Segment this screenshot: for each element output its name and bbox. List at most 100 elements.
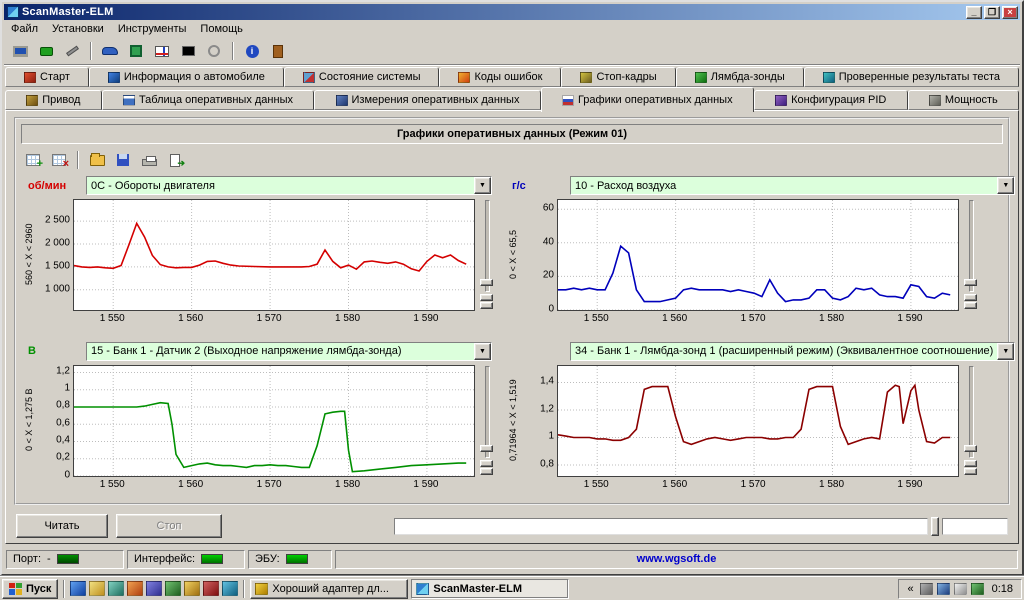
x-tick-label: 1 570 [741, 479, 766, 490]
plot-area[interactable] [74, 366, 474, 476]
close-button[interactable]: × [1002, 6, 1018, 19]
info-icon[interactable]: i [240, 40, 264, 62]
tab-error-codes[interactable]: Коды ошибок [439, 67, 561, 87]
chevron-down-icon[interactable]: ▼ [997, 177, 1014, 194]
y-scale-slider[interactable] [479, 199, 494, 309]
menu-settings[interactable]: Установки [45, 21, 111, 37]
x-tick-label: 1 590 [413, 313, 438, 324]
y-range-label: 560 < X < 2960 [22, 199, 36, 309]
slider-button-up[interactable] [480, 460, 493, 467]
tab-live-data-table[interactable]: Таблица оперативных данных [102, 90, 315, 110]
slider-button-up[interactable] [964, 294, 977, 301]
slider-button-down[interactable] [480, 468, 493, 475]
slider-button-down[interactable] [480, 302, 493, 309]
quicklaunch-ie-icon[interactable] [70, 581, 86, 596]
title-bar[interactable]: ScanMaster-ELM _ ❐ × [4, 4, 1020, 20]
export-icon[interactable] [163, 149, 187, 171]
pid-select-rpm[interactable]: 0C - Обороты двигателя ▼ [86, 176, 492, 195]
read-button[interactable]: Читать [16, 514, 108, 538]
quicklaunch-excel-icon[interactable] [165, 581, 181, 596]
quicklaunch-media-player-icon[interactable] [127, 581, 143, 596]
tab-label: Старт [40, 71, 70, 83]
progress-bar [394, 518, 928, 535]
plot-area[interactable] [74, 200, 474, 310]
task-title: ScanMaster-ELM [433, 583, 522, 595]
print-icon[interactable] [137, 149, 161, 171]
port-label: Порт: [13, 553, 41, 565]
pid-select-o2[interactable]: 15 - Банк 1 - Датчик 2 (Выходное напряже… [86, 342, 492, 361]
y-scale-slider[interactable] [963, 199, 978, 309]
slider-button-up[interactable] [480, 294, 493, 301]
slider-thumb[interactable] [480, 279, 493, 286]
add-graph-icon[interactable]: + [21, 149, 45, 171]
connect-plug-icon[interactable] [34, 40, 58, 62]
chevron-down-icon[interactable]: ▼ [474, 177, 491, 194]
tab-freeze-frames[interactable]: Стоп-кадры [561, 67, 675, 87]
menu-help[interactable]: Помощь [193, 21, 250, 37]
website-link[interactable]: www.wgsoft.de [637, 553, 717, 565]
quicklaunch-msn-icon[interactable] [222, 581, 238, 596]
slider-thumb[interactable] [964, 445, 977, 452]
trackbar-thumb[interactable] [931, 517, 939, 536]
tab-label: Привод [42, 94, 80, 106]
vehicle-icon[interactable] [98, 40, 122, 62]
display-icon[interactable] [954, 583, 967, 595]
minimize-button[interactable]: _ [966, 6, 982, 19]
slider-thumb[interactable] [964, 279, 977, 286]
tab-live-data-meters[interactable]: Измерения оперативных данных [314, 90, 540, 110]
y-scale-slider[interactable] [963, 365, 978, 475]
tab-test-results[interactable]: Проверенные результаты теста [804, 67, 1019, 87]
collapse-tray-icon[interactable]: « [905, 583, 915, 595]
tab-drive[interactable]: Привод [5, 90, 102, 110]
x-tick-label: 1 560 [178, 479, 203, 490]
tab-pid-config[interactable]: Конфигурация PID [754, 90, 908, 110]
volume-icon[interactable] [920, 583, 933, 595]
quicklaunch-winamp-icon[interactable] [203, 581, 219, 596]
network-icon[interactable] [937, 583, 950, 595]
open-folder-icon[interactable] [85, 149, 109, 171]
chevron-down-icon[interactable]: ▼ [997, 343, 1014, 360]
x-axis: 1 5501 5601 5701 5801 590 [557, 477, 959, 492]
taskbar-task-scanmaster[interactable]: ScanMaster-ELM [411, 579, 569, 599]
y-tick-label: 0 [548, 304, 554, 315]
quicklaunch-explorer-icon[interactable] [184, 581, 200, 596]
connect-monitor-icon[interactable] [8, 40, 32, 62]
quicklaunch-word-icon[interactable] [146, 581, 162, 596]
quicklaunch-mail-icon[interactable] [89, 581, 105, 596]
chart-icon[interactable] [150, 40, 174, 62]
chevron-down-icon[interactable]: ▼ [474, 343, 491, 360]
tab-lambda-sensors[interactable]: Лямбда-зонды [676, 67, 804, 87]
quicklaunch-show-desktop-icon[interactable] [108, 581, 124, 596]
stop-icon[interactable] [202, 40, 226, 62]
plot-area[interactable] [558, 200, 958, 310]
vehicle-info-icon [108, 72, 120, 83]
tab-system-status[interactable]: Состояние системы [284, 67, 440, 87]
taskbar-task-adapter[interactable]: Хороший адаптер дл... [250, 579, 408, 599]
exit-icon[interactable] [266, 40, 290, 62]
x-tick-label: 1 570 [257, 313, 282, 324]
menu-tools[interactable]: Инструменты [111, 21, 194, 37]
y-scale-slider[interactable] [479, 365, 494, 475]
menu-file[interactable]: Файл [4, 21, 45, 37]
tab-live-data-graphs[interactable]: Графики оперативных данных [541, 87, 754, 112]
ecu-chip-icon[interactable] [124, 40, 148, 62]
start-button[interactable]: Пуск [2, 579, 58, 599]
slider-button-up[interactable] [964, 460, 977, 467]
tools-icon[interactable] [60, 40, 84, 62]
app-icon [7, 6, 19, 18]
pid-select-airflow[interactable]: 10 - Расход воздуха ▼ [570, 176, 1015, 195]
plot-area[interactable] [558, 366, 958, 476]
save-icon[interactable] [111, 149, 135, 171]
slider-button-down[interactable] [964, 468, 977, 475]
tab-label: Проверенные результаты теста [839, 71, 1000, 83]
antivirus-icon[interactable] [971, 583, 984, 595]
slider-thumb[interactable] [480, 445, 493, 452]
remove-graph-icon[interactable]: × [47, 149, 71, 171]
tab-start[interactable]: Старт [5, 67, 89, 87]
slider-button-down[interactable] [964, 302, 977, 309]
terminal-icon[interactable] [176, 40, 200, 62]
maximize-button[interactable]: ❐ [984, 6, 1000, 19]
pid-select-lambda[interactable]: 34 - Банк 1 - Лямбда-зонд 1 (расширенный… [570, 342, 1015, 361]
tab-power[interactable]: Мощность [908, 90, 1019, 110]
tab-vehicle-info[interactable]: Информация о автомобиле [89, 67, 284, 87]
